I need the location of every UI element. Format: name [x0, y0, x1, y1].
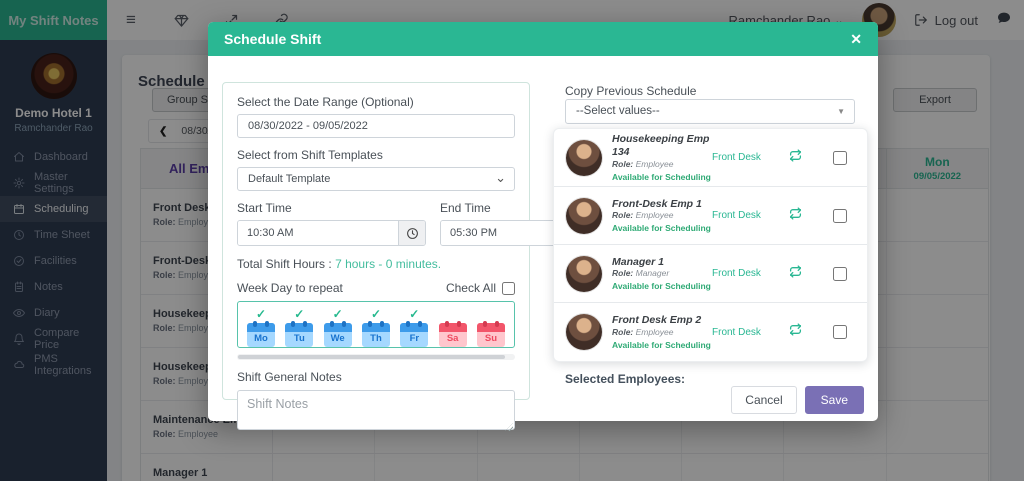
check-all-label: Check All [446, 281, 496, 295]
repeat-icon[interactable] [776, 323, 814, 341]
chevron-down-icon: ⌄ [495, 170, 506, 186]
check-icon: ✓ [294, 307, 304, 321]
repeat-icon[interactable] [776, 149, 814, 167]
avatar [566, 198, 602, 234]
avatar [566, 140, 602, 176]
template-select[interactable]: Default Template ⌄ [237, 167, 515, 191]
availability-badge: Available for Scheduling [612, 281, 712, 291]
employee-row: Front-Desk Emp 1 Role: Employee Availabl… [554, 187, 867, 245]
caret-down-icon: ▼ [837, 107, 845, 116]
weekday-tu[interactable]: ✓ Tu [284, 307, 314, 347]
copy-previous-schedule-select[interactable]: --Select values-- ▼ [565, 99, 855, 124]
total-shift-hours-value: 7 hours - 0 minutes. [335, 257, 441, 271]
modal-title: Schedule Shift [224, 31, 321, 47]
weekday-fr[interactable]: ✓ Fr [399, 307, 429, 347]
save-button[interactable]: Save [805, 386, 864, 414]
employee-row: Manager 1 Role: Manager Available for Sc… [554, 245, 867, 303]
weekday-label: Week Day to repeat [237, 281, 343, 295]
shift-notes-label: Shift General Notes [237, 370, 515, 384]
start-time-input[interactable] [238, 221, 398, 245]
check-icon: ✓ [409, 307, 419, 321]
department-label: Front Desk [712, 210, 776, 221]
weekday-su[interactable]: ✓ Su [476, 307, 506, 347]
app-screen: My Shift Notes ≡ Ramchander Rao ⌄ Log ou… [0, 0, 1024, 481]
check-icon: ✓ [371, 307, 381, 321]
employee-checkbox[interactable] [833, 267, 847, 281]
clock-icon [406, 227, 419, 240]
department-label: Front Desk [712, 327, 776, 338]
availability-badge: Available for Scheduling [612, 223, 712, 233]
check-icon: ✓ [256, 307, 266, 321]
weekday-sa[interactable]: ✓ Sa [438, 307, 468, 347]
avatar [566, 314, 602, 350]
weekday-scrollbar-thumb[interactable] [238, 355, 505, 359]
employee-checkbox[interactable] [833, 325, 847, 339]
weekday-we[interactable]: ✓ We [323, 307, 353, 347]
template-label: Select from Shift Templates [237, 148, 515, 162]
avatar [566, 256, 602, 292]
weekday-th[interactable]: ✓ Th [361, 307, 391, 347]
employee-list: Housekeeping Emp 134 Role: Employee Avai… [553, 128, 868, 362]
shift-notes-textarea[interactable] [237, 390, 515, 430]
repeat-icon[interactable] [776, 265, 814, 283]
date-range-label: Select the Date Range (Optional) [237, 95, 515, 109]
copy-previous-schedule-label: Copy Previous Schedule [565, 84, 696, 98]
total-shift-hours: Total Shift Hours : 7 hours - 0 minutes. [237, 257, 515, 271]
close-icon[interactable]: ✕ [850, 31, 862, 48]
employee-row: Housekeeping Emp 134 Role: Employee Avai… [554, 129, 867, 187]
date-range-input[interactable] [237, 114, 515, 138]
weekday-picker: ✓ Mo ✓ Tu ✓ We ✓ Th [237, 301, 515, 348]
start-time-clock-button[interactable] [398, 221, 425, 245]
schedule-shift-modal: Schedule Shift ✕ Select the Date Range (… [208, 22, 878, 421]
repeat-icon[interactable] [776, 207, 814, 225]
availability-badge: Available for Scheduling [612, 340, 712, 350]
employee-checkbox[interactable] [833, 209, 847, 223]
check-icon: ✓ [333, 307, 343, 321]
weekday-scrollbar [237, 354, 515, 360]
selected-employees-label: Selected Employees: [565, 372, 685, 386]
start-time-label: Start Time [237, 201, 426, 215]
modal-header: Schedule Shift ✕ [208, 22, 878, 56]
availability-badge: Available for Scheduling [612, 172, 712, 182]
department-label: Front Desk [712, 152, 776, 163]
cancel-button[interactable]: Cancel [731, 386, 796, 414]
weekday-mo[interactable]: ✓ Mo [246, 307, 276, 347]
shift-form: Select the Date Range (Optional) Select … [222, 82, 530, 400]
department-label: Front Desk [712, 268, 776, 279]
check-all-checkbox[interactable] [502, 282, 515, 295]
employee-checkbox[interactable] [833, 151, 847, 165]
employee-row: Front Desk Emp 2 Role: Employee Availabl… [554, 303, 867, 361]
